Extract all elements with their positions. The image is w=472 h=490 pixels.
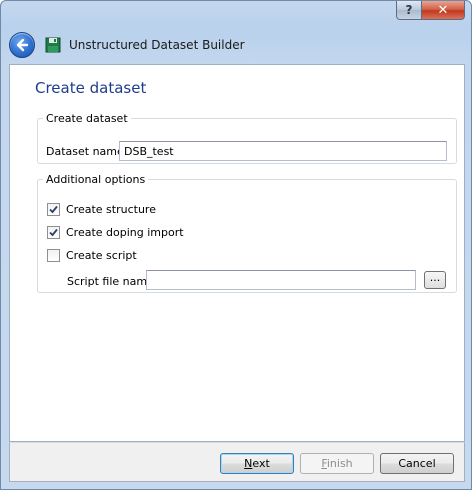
arrow-left-icon bbox=[16, 38, 29, 52]
create-doping-import-checkbox[interactable] bbox=[47, 226, 60, 239]
window-title: Unstructured Dataset Builder bbox=[69, 38, 245, 52]
create-doping-import-label: Create doping import bbox=[66, 226, 184, 239]
create-dataset-legend: Create dataset bbox=[46, 112, 128, 125]
cancel-button-label: Cancel bbox=[398, 457, 436, 470]
additional-options-legend: Additional options bbox=[46, 173, 146, 186]
close-button[interactable]: ✕ bbox=[422, 1, 465, 20]
additional-options-group: Additional options Create structure Crea… bbox=[37, 173, 457, 293]
create-script-label: Create script bbox=[66, 249, 137, 262]
create-structure-label: Create structure bbox=[66, 203, 156, 216]
create-doping-import-option[interactable]: Create doping import bbox=[47, 226, 184, 239]
checkmark-icon bbox=[49, 228, 58, 237]
checkmark-icon bbox=[49, 205, 58, 214]
cancel-button[interactable]: Cancel bbox=[380, 453, 454, 474]
script-file-name-input[interactable] bbox=[146, 270, 416, 290]
back-button[interactable] bbox=[9, 32, 35, 58]
caption-buttons: ? ✕ bbox=[396, 1, 465, 20]
help-button[interactable]: ? bbox=[396, 1, 422, 20]
wizard-header: Unstructured Dataset Builder bbox=[9, 31, 245, 59]
next-button-label: Next bbox=[244, 457, 270, 470]
script-file-name-label: Script file name bbox=[67, 275, 154, 288]
create-structure-checkbox[interactable] bbox=[47, 203, 60, 216]
wizard-footer: Next Finish Cancel bbox=[9, 442, 465, 482]
page-title: Create dataset bbox=[35, 79, 147, 97]
wizard-window: ? ✕ Unstructured Dataset Builder Create … bbox=[0, 0, 472, 490]
browse-button[interactable]: ... bbox=[424, 271, 446, 289]
create-dataset-group: Create dataset Dataset name bbox=[37, 112, 457, 164]
create-script-option[interactable]: Create script bbox=[47, 249, 137, 262]
finish-button[interactable]: Finish bbox=[300, 453, 374, 474]
next-button[interactable]: Next bbox=[220, 453, 294, 474]
dataset-builder-app-icon bbox=[45, 37, 61, 53]
dataset-name-input[interactable] bbox=[119, 141, 447, 161]
finish-button-label: Finish bbox=[321, 457, 353, 470]
wizard-page: Create dataset Create dataset Dataset na… bbox=[9, 64, 465, 442]
create-script-checkbox[interactable] bbox=[47, 249, 60, 262]
create-structure-option[interactable]: Create structure bbox=[47, 203, 156, 216]
dataset-name-label: Dataset name bbox=[46, 145, 124, 158]
